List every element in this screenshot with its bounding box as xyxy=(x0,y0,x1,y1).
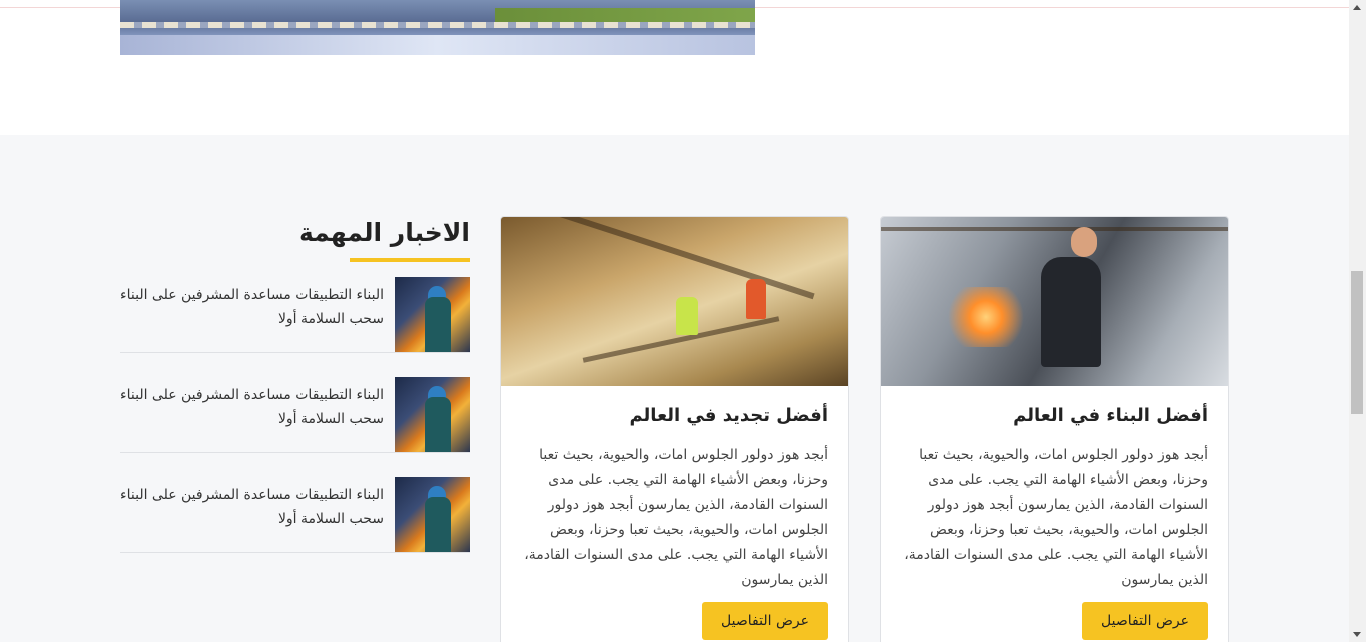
scroll-up-icon[interactable] xyxy=(1353,5,1361,10)
worker-figure xyxy=(746,279,766,319)
page-scrollbar[interactable] xyxy=(1349,0,1366,642)
article-card: أفضل البناء في العالم أبجد هوز دولور الج… xyxy=(880,216,1229,642)
news-link[interactable]: البناء التطبيقات مساعدة المشرفين على الب… xyxy=(120,283,384,331)
card-description: أبجد هوز دولور الجلوس امات، والحيوية، بح… xyxy=(904,447,1208,588)
news-thumbnail[interactable] xyxy=(395,277,470,352)
card-description: أبجد هوز دولور الجلوس امات، والحيوية، بح… xyxy=(524,447,828,588)
view-details-button[interactable]: عرض التفاصيل xyxy=(702,602,828,640)
card-title[interactable]: أفضل تجديد في العالم xyxy=(518,405,828,426)
card-title[interactable]: أفضل البناء في العالم xyxy=(898,405,1208,426)
news-heading: الاخبار المهمة xyxy=(298,218,470,247)
worker-figure xyxy=(425,297,451,352)
image-floor xyxy=(120,35,755,55)
worker-figure xyxy=(425,397,451,452)
news-list-item[interactable]: البناء التطبيقات مساعدة المشرفين على الب… xyxy=(120,477,470,553)
image-beam xyxy=(881,227,1228,231)
news-list-item[interactable]: البناء التطبيقات مساعدة المشرفين على الب… xyxy=(120,277,470,353)
news-list-item[interactable]: البناء التطبيقات مساعدة المشرفين على الب… xyxy=(120,377,470,453)
news-link[interactable]: البناء التطبيقات مساعدة المشرفين على الب… xyxy=(120,483,384,531)
news-link[interactable]: البناء التطبيقات مساعدة المشرفين على الب… xyxy=(120,383,384,431)
sparks-figure xyxy=(941,287,1031,347)
article-card: أفضل تجديد في العالم أبجد هوز دولور الجل… xyxy=(500,216,849,642)
worker-figure xyxy=(1041,257,1101,367)
worker-figure xyxy=(676,297,698,335)
image-beam xyxy=(527,217,815,300)
news-thumbnail[interactable] xyxy=(395,377,470,452)
card-image[interactable] xyxy=(501,217,848,386)
featured-image xyxy=(120,0,755,55)
worker-figure xyxy=(425,497,451,552)
news-thumbnail[interactable] xyxy=(395,477,470,552)
card-image[interactable] xyxy=(881,217,1228,386)
image-grass xyxy=(495,8,755,23)
news-heading-underline xyxy=(350,258,470,262)
worker-head xyxy=(1071,227,1097,257)
scroll-down-icon[interactable] xyxy=(1353,632,1361,637)
scrollbar-thumb[interactable] xyxy=(1351,271,1363,414)
image-railing xyxy=(120,22,755,28)
view-details-button[interactable]: عرض التفاصيل xyxy=(1082,602,1208,640)
